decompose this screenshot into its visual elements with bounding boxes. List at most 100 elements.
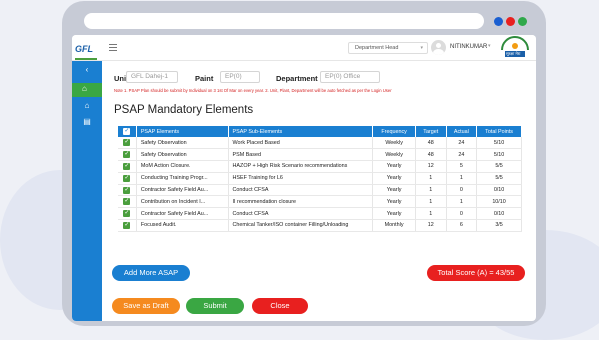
table-row: ✓ Safety Observation Work Placed Based Week… [118, 137, 522, 150]
table-cell: Conduct CFSA [228, 207, 374, 221]
table-cell: PSM Based [228, 148, 374, 162]
table-cell: 0/10 [476, 184, 522, 197]
table-cell: Contractor Safety Field Au... [136, 184, 229, 197]
table-cell: Safety Observation [136, 148, 229, 162]
table-cell: 5 [446, 160, 478, 173]
table-cell: 48 [415, 148, 447, 162]
user-avatar[interactable] [431, 40, 446, 55]
table-cell: 1 [446, 172, 478, 185]
table-cell: 6 [446, 219, 478, 232]
table-cell: 5/10 [476, 137, 522, 150]
window-dot-green [518, 17, 527, 26]
add-more-asap-button[interactable]: Add More ASAP [112, 265, 190, 281]
gfl-logo-text: GFL [75, 44, 93, 54]
table-cell: 48 [415, 137, 447, 150]
table-cell: Weekly [372, 148, 416, 162]
table-cell: 5/10 [476, 148, 522, 162]
chevron-down-icon[interactable]: ▾ [488, 43, 491, 49]
home-icon[interactable]: ⌂ [81, 101, 93, 111]
plant-label: Paint [195, 74, 214, 83]
app-window: GFL Department Head ▾ NITINKUMAR ▾ सुरक्… [72, 35, 536, 321]
check-icon: ✓ [123, 174, 131, 182]
table-cell: Weekly [372, 137, 416, 150]
row-checkbox[interactable]: ✓ [118, 195, 137, 209]
window-dot-blue [494, 17, 503, 26]
top-bar: GFL Department Head ▾ NITINKUMAR ▾ सुरक्… [72, 35, 536, 61]
total-score-badge: Total Score (A) = 43/55 [427, 265, 525, 281]
table-cell: 24 [446, 137, 478, 150]
table-cell: II recommendation closure [228, 195, 374, 209]
table-cell: 1 [415, 207, 447, 221]
collapse-icon[interactable]: ‹ [81, 65, 93, 75]
table-cell: Contractor Safety Field Au... [136, 207, 229, 221]
device-frame: GFL Department Head ▾ NITINKUMAR ▾ सुरक्… [62, 1, 546, 326]
close-button[interactable]: Close [252, 298, 308, 314]
column-header: Actual [446, 126, 478, 137]
submit-button[interactable]: Submit [186, 298, 244, 314]
sidebar-item-home[interactable]: ⌂ [72, 83, 102, 97]
department-value: EP(0) Office [325, 73, 361, 80]
table-row: ✓ MoM Action Closure. HAZOP + High Risk Sc… [118, 160, 522, 173]
plant-value: EP(0) [225, 73, 242, 80]
save-as-draft-button[interactable]: Save as Draft [112, 298, 180, 314]
table-cell: 0 [446, 184, 478, 197]
table-cell: Yearly [372, 184, 416, 197]
table-cell: Yearly [372, 195, 416, 209]
check-icon: ✓ [123, 151, 131, 159]
table-cell: 3/5 [476, 219, 522, 232]
page-title: PSAP Mandatory Elements [114, 104, 254, 116]
role-select[interactable]: Department Head ▾ [348, 42, 428, 54]
table-header-row: ✓ PSAP Elements PSAP Sub-Elements Freque… [118, 126, 522, 137]
gfl-logo: GFL [75, 39, 99, 60]
row-checkbox[interactable]: ✓ [118, 148, 137, 162]
select-all-checkbox[interactable]: ✓ [118, 126, 137, 137]
table-cell: Conduct CFSA [228, 184, 374, 197]
check-icon: ✓ [123, 139, 131, 147]
table-cell: 0 [446, 207, 478, 221]
table-row: ✓ Conducting Training Progr... HSEF Traini… [118, 172, 522, 185]
table-cell: 12 [415, 219, 447, 232]
check-icon: ✓ [123, 186, 131, 194]
table-cell: MoM Action Closure. [136, 160, 229, 173]
check-icon: ✓ [123, 210, 131, 218]
table-cell: HAZOP + High Risk Scenario recommendatio… [228, 160, 374, 173]
table-cell: 5/5 [476, 172, 522, 185]
column-header: PSAP Elements [136, 126, 229, 137]
note-text: Note 1. PSAP Plan should be submit by In… [114, 88, 392, 93]
row-checkbox[interactable]: ✓ [118, 160, 137, 173]
table-cell: HSEF Training for L6 [228, 172, 374, 185]
row-checkbox[interactable]: ✓ [118, 172, 137, 185]
table-cell: Work Placed Based [228, 137, 374, 150]
column-header: Total Points [476, 126, 522, 137]
unit-value: GFL Dahej-1 [131, 73, 168, 80]
table-cell: 10/10 [476, 195, 522, 209]
chevron-down-icon: ▾ [420, 45, 423, 51]
menu-icon[interactable] [109, 44, 117, 51]
user-name[interactable]: NITINKUMAR [450, 44, 487, 50]
table-cell: 1 [446, 195, 478, 209]
table-cell: 12 [415, 160, 447, 173]
table-cell: Safety Observation [136, 137, 229, 150]
document-icon[interactable]: ▤ [81, 117, 93, 127]
row-checkbox[interactable]: ✓ [118, 207, 137, 221]
sidebar: ‹ ⌂ ⌂ ▤ [72, 61, 102, 321]
table-cell: 24 [446, 148, 478, 162]
table-cell: Contribution on Incident I... [136, 195, 229, 209]
table-cell: Monthly [372, 219, 416, 232]
row-checkbox[interactable]: ✓ [118, 219, 137, 232]
brand-badge-text: सुरक्षा मेरा [506, 51, 521, 56]
browser-address-bar[interactable] [84, 13, 484, 29]
plant-field[interactable]: EP(0) [220, 71, 260, 83]
window-dot-red [506, 17, 515, 26]
table-cell: Yearly [372, 207, 416, 221]
table-cell: 1 [415, 184, 447, 197]
table-row: ✓ Contractor Safety Field Au... Conduct CF… [118, 207, 522, 221]
table-cell: Focused Audit. [136, 219, 229, 232]
department-field[interactable]: EP(0) Office [320, 71, 380, 83]
logo-underline [75, 58, 97, 60]
unit-field[interactable]: GFL Dahej-1 [126, 71, 178, 83]
check-icon: ✓ [123, 162, 131, 170]
row-checkbox[interactable]: ✓ [118, 184, 137, 197]
row-checkbox[interactable]: ✓ [118, 137, 137, 150]
table-cell: Chemical Tanker/ISO container Filling/Un… [228, 219, 374, 232]
